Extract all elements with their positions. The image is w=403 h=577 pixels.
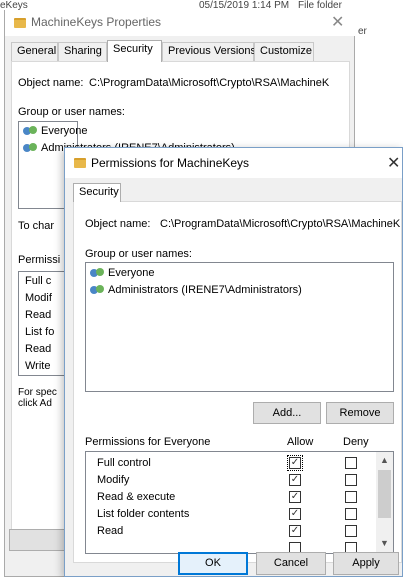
permissions-table[interactable]: Full control ✓ Modify ✓ Read & execute ✓… [85,451,394,554]
users-icon [23,143,39,153]
front-security-panel: Object name: C:\ProgramData\Microsoft\Cr… [73,201,402,563]
tab-previous-versions[interactable]: Previous Versions [162,42,256,61]
table-row: Read & execute ✓ [86,490,393,507]
allow-header: Allow [287,436,314,448]
special-perm-text-2: click Ad [18,398,52,409]
cancel-button[interactable]: Cancel [256,552,326,575]
users-icon [90,268,106,278]
permission-name: Read [97,525,124,537]
folder-icon [14,18,26,28]
permissions-title: Permissions for MachineKeys [91,156,250,170]
table-row: Modify ✓ [86,473,393,490]
permissions-dialog: Permissions for MachineKeys ✕ Security O… [64,147,403,577]
deny-checkbox[interactable] [345,508,357,520]
back-ok-button[interactable] [9,529,69,551]
tab-customize[interactable]: Customize [254,42,314,61]
close-icon[interactable]: ✕ [331,12,344,32]
perm-item: Modif [25,292,52,304]
permission-name: Read & execute [97,491,176,503]
remove-button[interactable]: Remove [326,402,394,424]
group-listbox[interactable]: Everyone Administrators (IRENE7\Administ… [85,262,394,392]
allow-checkbox[interactable]: ✓ [289,525,301,537]
object-name-value: C:\ProgramData\Microsoft\Crypto\RSA\Mach… [89,77,330,89]
deny-checkbox[interactable] [345,457,357,469]
allow-checkbox[interactable]: ✓ [289,474,301,486]
permission-name: List folder contents [97,508,190,520]
allow-checkbox[interactable]: ✓ [289,491,301,503]
permission-name: Modify [97,474,130,486]
to-change-label: To char [18,220,55,232]
tab-security[interactable]: Security [107,40,162,62]
perm-item: Read [25,343,52,355]
object-name-label: Object name: [18,77,84,89]
object-name-label: Object name: [85,218,151,230]
scroll-up-icon[interactable]: ▲ [376,455,393,465]
deny-checkbox[interactable] [345,491,357,503]
tab-sharing[interactable]: Sharing [58,42,107,61]
allow-checkbox[interactable]: ✓ [287,455,303,471]
table-row: Read ✓ [86,524,393,541]
user-item-administrators[interactable]: Administrators (IRENE7\Administrators) [108,284,302,296]
group-label: Group or user names: [85,248,192,260]
scroll-thumb[interactable] [378,470,391,518]
user-item-everyone[interactable]: Everyone [41,125,87,137]
users-icon [90,285,106,295]
object-name-value: C:\ProgramData\Microsoft\Crypto\RSA\Mach… [160,218,401,230]
bg-right-text: er [358,26,367,37]
tab-general[interactable]: General [11,42,58,61]
permissions-header-label: Permissi [18,254,61,266]
close-icon[interactable]: ✕ [387,153,400,173]
users-icon [23,126,39,136]
perm-item: Full c [25,275,52,287]
permissions-for-label: Permissions for Everyone [85,436,211,448]
table-row: List folder contents ✓ [86,507,393,524]
permissions-titlebar[interactable]: Permissions for MachineKeys ✕ [65,148,402,178]
folder-icon [74,158,86,168]
permissions-scrollbar[interactable]: ▲ ▼ [376,452,393,553]
properties-titlebar[interactable]: MachineKeys Properties ✕ [5,10,356,36]
user-item-everyone[interactable]: Everyone [108,267,154,279]
deny-checkbox[interactable] [345,474,357,486]
add-button[interactable]: Add... [253,402,321,424]
permission-name: Full control [97,457,151,469]
apply-button[interactable]: Apply [333,552,399,575]
properties-title: MachineKeys Properties [31,15,162,29]
perm-item: Write [25,360,51,372]
perm-item: Read [25,309,52,321]
deny-checkbox[interactable] [345,525,357,537]
tab-security[interactable]: Security [73,183,121,202]
deny-header: Deny [343,436,369,448]
special-perm-text: For spec [18,387,57,398]
group-label: Group or user names: [18,106,125,118]
ok-button[interactable]: OK [178,552,248,575]
perm-item: List fo [25,326,55,338]
table-row: Full control ✓ [86,455,393,473]
scroll-down-icon[interactable]: ▼ [376,538,393,548]
allow-checkbox[interactable]: ✓ [289,508,301,520]
